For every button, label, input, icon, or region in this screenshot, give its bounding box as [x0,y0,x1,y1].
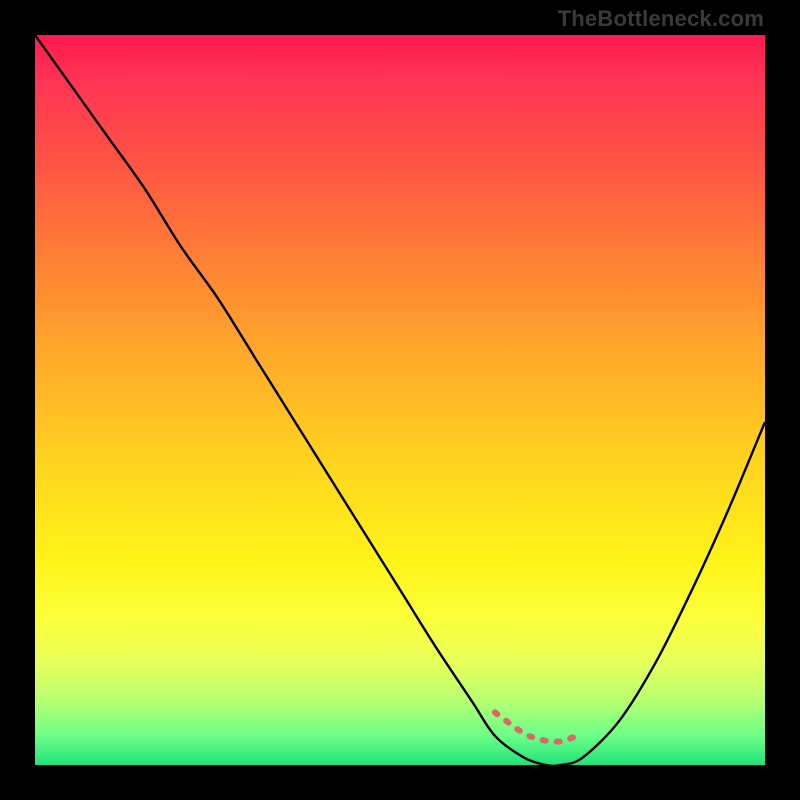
plot-area [35,35,765,765]
attribution-label: TheBottleneck.com [558,6,764,32]
bottleneck-curve [35,35,765,766]
chart-frame: TheBottleneck.com [0,0,800,800]
optimal-dotted-segment [495,712,583,741]
curve-layer [35,35,765,765]
